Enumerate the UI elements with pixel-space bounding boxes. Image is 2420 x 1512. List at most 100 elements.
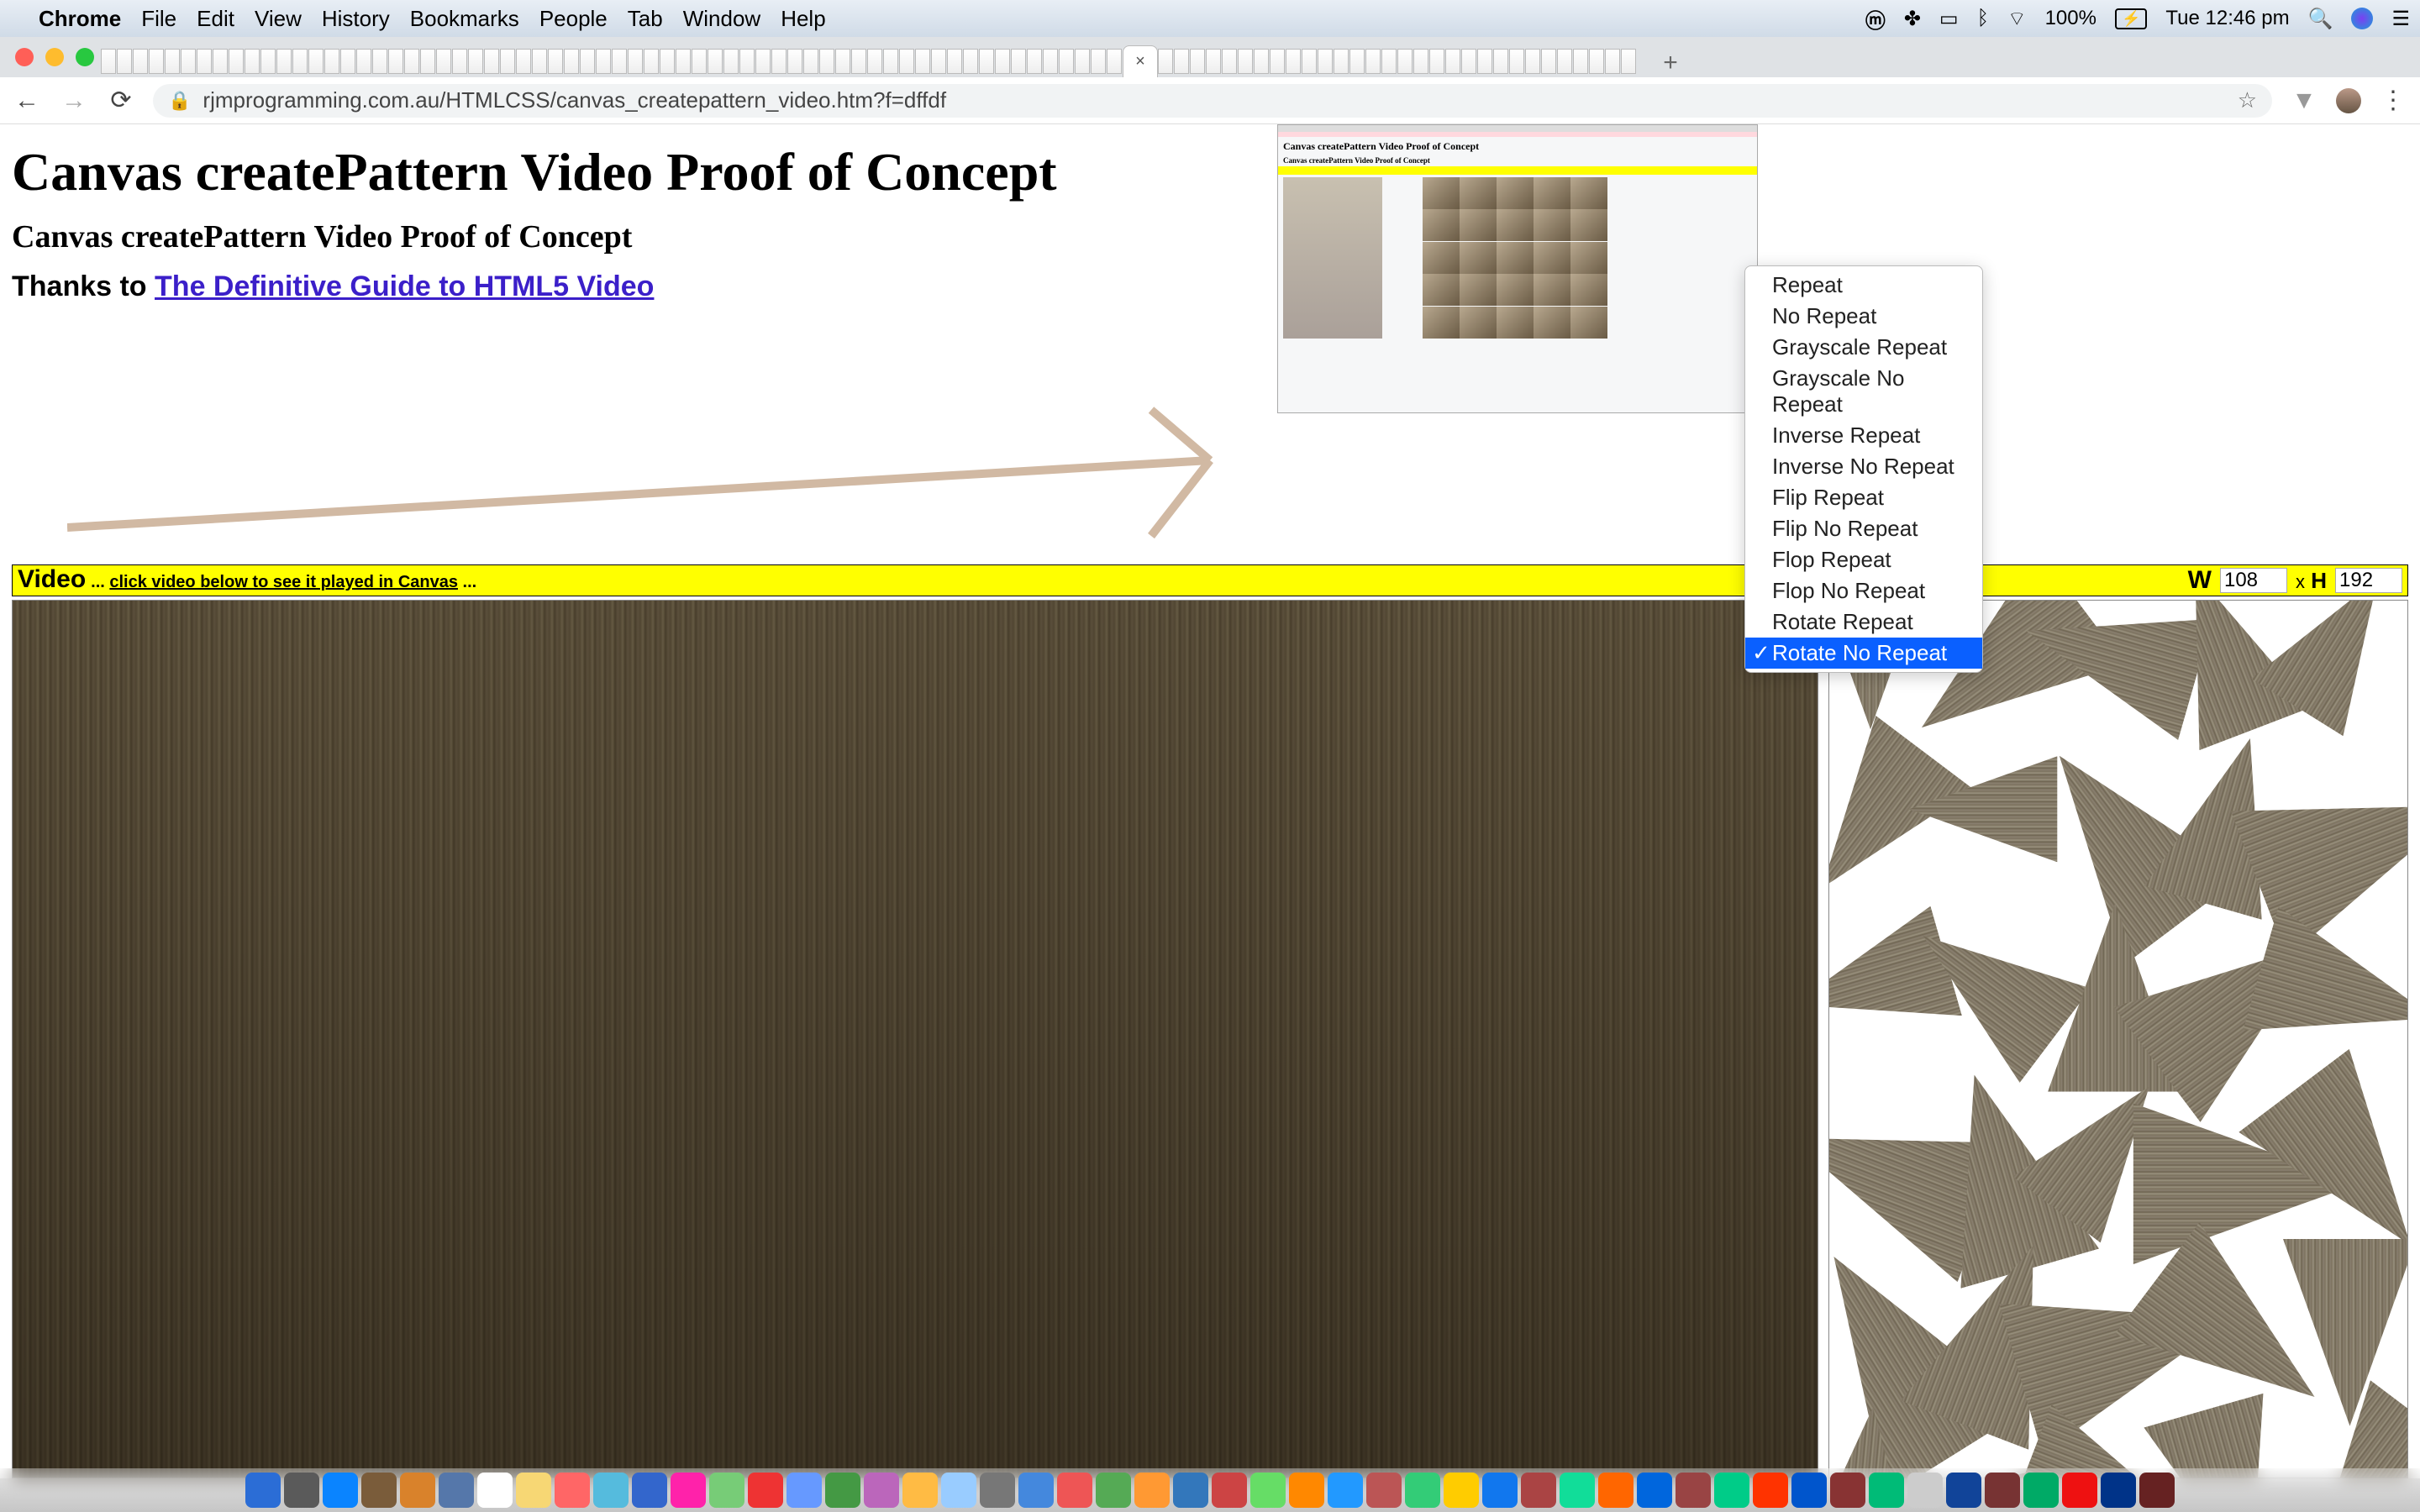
dock-app-icon[interactable]: [1444, 1473, 1479, 1508]
dock-app-icon[interactable]: [1907, 1473, 1943, 1508]
background-tab[interactable]: [1621, 49, 1636, 74]
menu-edit[interactable]: Edit: [197, 6, 234, 32]
control-center-icon[interactable]: ☰: [2391, 7, 2410, 31]
dock-app-icon[interactable]: [902, 1473, 938, 1508]
battery-icon[interactable]: ⚡: [2115, 8, 2147, 29]
url-bar[interactable]: 🔒 rjmprogramming.com.au/HTMLCSS/canvas_c…: [153, 84, 2272, 118]
dock-app-icon[interactable]: [980, 1473, 1015, 1508]
dock-app-icon[interactable]: [1057, 1473, 1092, 1508]
dock-app-icon[interactable]: [1598, 1473, 1634, 1508]
dock-app-icon[interactable]: [477, 1473, 513, 1508]
background-tab[interactable]: [899, 49, 914, 74]
background-tab[interactable]: [516, 49, 531, 74]
background-tab[interactable]: [420, 49, 435, 74]
window-close[interactable]: [15, 48, 34, 66]
back-button[interactable]: ←: [12, 87, 42, 115]
background-tab[interactable]: [692, 49, 707, 74]
dropdown-item[interactable]: Rotate No Repeat: [1745, 638, 1982, 669]
background-tab[interactable]: [1238, 49, 1253, 74]
background-tab[interactable]: [947, 49, 962, 74]
dropdown-item[interactable]: Grayscale No Repeat: [1745, 363, 1982, 420]
profile-avatar[interactable]: [2336, 88, 2361, 113]
background-tab[interactable]: [564, 49, 579, 74]
width-input[interactable]: [2220, 568, 2287, 593]
background-tab[interactable]: [787, 49, 802, 74]
background-tab[interactable]: [404, 49, 419, 74]
dock-app-icon[interactable]: [825, 1473, 860, 1508]
dock-app-icon[interactable]: [1018, 1473, 1054, 1508]
background-tab[interactable]: [883, 49, 898, 74]
background-tab[interactable]: [1365, 49, 1381, 74]
background-tab[interactable]: [596, 49, 611, 74]
dock-app-icon[interactable]: [1134, 1473, 1170, 1508]
background-tab[interactable]: [739, 49, 755, 74]
background-tab[interactable]: [1174, 49, 1189, 74]
background-tab[interactable]: [1075, 49, 1090, 74]
background-tab[interactable]: [1059, 49, 1074, 74]
background-tab[interactable]: [356, 49, 371, 74]
menu-window[interactable]: Window: [683, 6, 760, 32]
background-tab[interactable]: [644, 49, 659, 74]
dock-app-icon[interactable]: [2101, 1473, 2136, 1508]
dock-app-icon[interactable]: [1366, 1473, 1402, 1508]
dock-app-icon[interactable]: [709, 1473, 744, 1508]
background-tab[interactable]: [723, 49, 739, 74]
background-tab[interactable]: [755, 49, 771, 74]
dropdown-item[interactable]: Repeat: [1745, 270, 1982, 301]
video-hint-link[interactable]: click video below to see it played in Ca…: [109, 573, 458, 591]
background-tab[interactable]: [165, 49, 180, 74]
menu-view[interactable]: View: [255, 6, 302, 32]
clock[interactable]: Tue 12:46 pm: [2165, 7, 2289, 30]
background-tab[interactable]: [1461, 49, 1476, 74]
background-tab[interactable]: [867, 49, 882, 74]
background-tab[interactable]: [1397, 49, 1413, 74]
dock-app-icon[interactable]: [593, 1473, 629, 1508]
dock-app-icon[interactable]: [1560, 1473, 1595, 1508]
background-tab[interactable]: [1557, 49, 1572, 74]
dock-app-icon[interactable]: [555, 1473, 590, 1508]
new-tab-button[interactable]: +: [1654, 49, 1687, 77]
reload-button[interactable]: ⟳: [106, 86, 136, 115]
dock-app-icon[interactable]: [1676, 1473, 1711, 1508]
background-tab[interactable]: [229, 49, 244, 74]
thanks-link[interactable]: The Definitive Guide to HTML5 Video: [155, 270, 654, 302]
background-tab[interactable]: [1222, 49, 1237, 74]
background-tab[interactable]: [324, 49, 339, 74]
background-tab[interactable]: [676, 49, 691, 74]
dock-app-icon[interactable]: [786, 1473, 822, 1508]
menu-tab[interactable]: Tab: [628, 6, 663, 32]
background-tab[interactable]: [612, 49, 627, 74]
background-tab[interactable]: [197, 49, 212, 74]
background-tab[interactable]: [1011, 49, 1026, 74]
video-player[interactable]: [12, 600, 1818, 1478]
background-tab[interactable]: [500, 49, 515, 74]
dock-app-icon[interactable]: [1212, 1473, 1247, 1508]
background-tab[interactable]: [1477, 49, 1492, 74]
background-tab[interactable]: [915, 49, 930, 74]
pattern-dropdown[interactable]: RepeatNo RepeatGrayscale RepeatGrayscale…: [1744, 265, 1983, 673]
siri-icon[interactable]: [2351, 8, 2373, 29]
dropdown-item[interactable]: Rotate Repeat: [1745, 606, 1982, 638]
background-tab[interactable]: [1413, 49, 1428, 74]
active-tab-close[interactable]: ×: [1123, 45, 1158, 77]
background-tab[interactable]: [1043, 49, 1058, 74]
dock-app-icon[interactable]: [1946, 1473, 1981, 1508]
background-tab[interactable]: [1286, 49, 1301, 74]
window-minimize[interactable]: [45, 48, 64, 66]
dock-app-icon[interactable]: [671, 1473, 706, 1508]
dock-app-icon[interactable]: [1482, 1473, 1518, 1508]
wifi-icon[interactable]: ⌔: [2007, 6, 2027, 31]
dock-app-icon[interactable]: [1173, 1473, 1208, 1508]
dropdown-item[interactable]: Flip Repeat: [1745, 482, 1982, 513]
background-tab[interactable]: [819, 49, 834, 74]
background-tab[interactable]: [851, 49, 866, 74]
background-tab[interactable]: [1318, 49, 1333, 74]
background-tab[interactable]: [1349, 49, 1365, 74]
background-tab[interactable]: [1573, 49, 1588, 74]
background-tab[interactable]: [1509, 49, 1524, 74]
background-tab[interactable]: [1445, 49, 1460, 74]
menu-file[interactable]: File: [141, 6, 176, 32]
background-tab[interactable]: [292, 49, 308, 74]
background-tab[interactable]: [708, 49, 723, 74]
background-tab[interactable]: [1493, 49, 1508, 74]
